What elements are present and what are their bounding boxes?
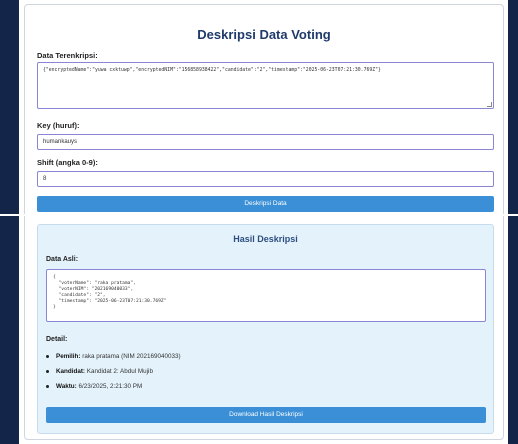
decrypt-card: Deskripsi Data Voting Data Terenkripsi: … xyxy=(24,4,504,440)
screenshot-seam xyxy=(0,214,518,216)
detail-time: Waktu: 6/23/2025, 2:21:30 PM xyxy=(46,382,181,397)
resize-grip-icon[interactable] xyxy=(487,102,492,107)
window-frame-right xyxy=(508,0,518,444)
detail-label: Detail: xyxy=(46,336,68,343)
shift-input[interactable]: 8 xyxy=(37,171,494,187)
shift-label: Shift (angka 0-9): xyxy=(37,158,98,167)
original-data-textarea[interactable]: { "voterName": "raka pratama", "voterNIM… xyxy=(46,269,486,322)
key-input[interactable]: humankauys xyxy=(37,134,494,150)
key-label: Key (huruf): xyxy=(37,121,80,130)
result-title: Hasil Deskripsi xyxy=(233,234,298,244)
encrypted-data-label: Data Terenkripsi: xyxy=(37,51,98,60)
result-panel: Hasil Deskripsi Data Asli: { "voterName"… xyxy=(37,224,494,434)
original-data-label: Data Asli: xyxy=(46,256,79,263)
detail-list: Pemilih: raka pratama (NIM 202169040033)… xyxy=(46,352,181,397)
detail-candidate: Kandidat: Kandidat 2: Abdul Mujib xyxy=(46,367,181,382)
decrypt-button[interactable]: Deskripsi Data xyxy=(37,196,494,212)
window-frame-left xyxy=(0,0,19,444)
encrypted-data-textarea[interactable]: {"encryptedName":"yuwa cxktuwp","encrypt… xyxy=(37,62,494,109)
download-button[interactable]: Download Hasil Deskripsi xyxy=(46,407,486,423)
detail-voter: Pemilih: raka pratama (NIM 202169040033) xyxy=(46,352,181,367)
page-title: Deskripsi Data Voting xyxy=(197,27,331,42)
